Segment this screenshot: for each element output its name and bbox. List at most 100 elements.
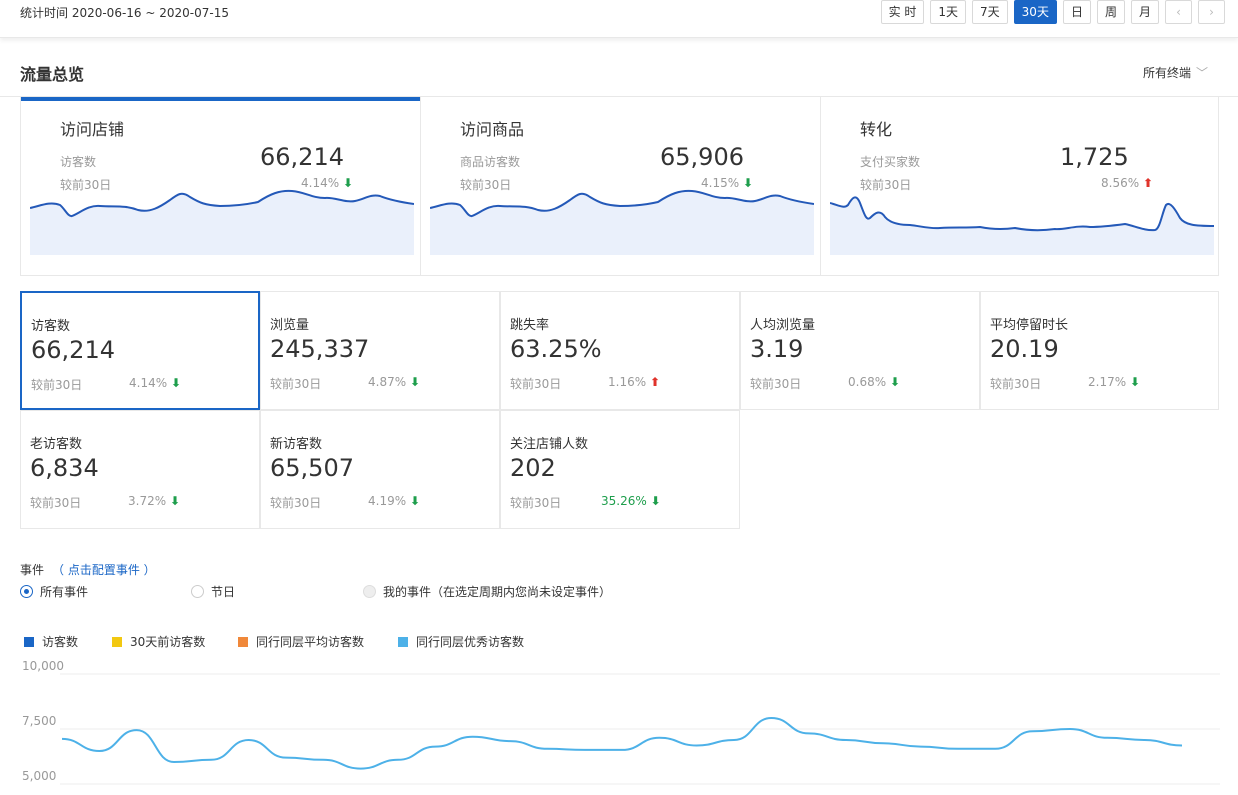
radio-label: 节日 (211, 585, 236, 599)
metric-name: 访客数 (31, 319, 71, 334)
legend-item[interactable]: 同行同层平均访客数 (238, 633, 364, 650)
top-bar: 统计时间 2020-06-16 ~ 2020-07-15 实 时 1天 7天 3… (0, 0, 1238, 38)
metric-compare: 较前30日 (270, 377, 322, 391)
overview-card-title: 访问商品 (460, 120, 525, 139)
terminal-select-label: 所有终端 (1142, 66, 1191, 80)
legend-swatch (112, 637, 122, 647)
metric-compare: 较前30日 (510, 496, 562, 510)
overview-cards: 访问店铺 访客数 66,214 较前30日 4.14% ⬇ 访问商品 商品访客数… (20, 97, 1219, 276)
metric-compare: 较前30日 (31, 378, 83, 392)
overview-card-value: 1,725 (1060, 143, 1129, 171)
metric-value: 202 (510, 454, 556, 482)
metric-cell-returning-visitors[interactable]: 老访客数 6,834 较前30日 3.72% ⬇ (20, 410, 260, 529)
chevron-right-icon[interactable]: › (1198, 0, 1225, 24)
range-button-realtime[interactable]: 实 时 (880, 0, 925, 24)
arrow-down-icon: ⬇ (650, 494, 661, 508)
overview-sparkline-conversion (830, 196, 1214, 255)
arrow-down-icon: ⬇ (1129, 375, 1141, 389)
range-button-7day[interactable]: 7天 (972, 0, 1008, 24)
metric-cell-bounce-rate[interactable]: 跳失率 63.25% 较前30日 1.16% ⬆ (500, 291, 740, 410)
overview-card-value: 66,214 (260, 143, 344, 171)
metric-pct: 2.17% ⬇ (1088, 375, 1141, 389)
metric-name: 新访客数 (270, 437, 323, 452)
chevron-left-icon[interactable]: ‹ (1165, 0, 1192, 24)
metric-value: 3.19 (750, 335, 804, 363)
active-indicator (21, 97, 420, 101)
range-button-week[interactable]: 周 (1096, 0, 1125, 24)
metric-compare: 较前30日 (990, 377, 1042, 391)
overview-card-label: 支付买家数 (860, 155, 921, 169)
radio-checked-icon (20, 585, 33, 598)
overview-card-label: 商品访客数 (460, 155, 521, 169)
overview-card-title: 访问店铺 (60, 120, 125, 139)
terminal-select[interactable]: 所有终端 ﹀ (1143, 64, 1208, 81)
metric-pct: 35.26% ⬇ (601, 494, 661, 508)
metric-cell-avg-stay[interactable]: 平均停留时长 20.19 较前30日 2.17% ⬇ (980, 291, 1219, 410)
metric-name: 跳失率 (510, 318, 550, 333)
metric-name: 浏览量 (270, 318, 310, 333)
overview-card-store[interactable]: 访问店铺 访客数 66,214 较前30日 4.14% ⬇ (21, 97, 421, 276)
metric-compare: 较前30日 (510, 377, 562, 391)
metric-pct: 4.87% ⬇ (368, 375, 421, 389)
metric-compare: 较前30日 (270, 496, 322, 510)
metric-cell-new-visitors[interactable]: 新访客数 65,507 较前30日 4.19% ⬇ (260, 410, 500, 529)
arrow-down-icon: ⬇ (409, 375, 421, 389)
range-button-1day[interactable]: 1天 (930, 0, 967, 24)
arrow-down-icon: ⬇ (170, 376, 182, 390)
metric-pct: 4.14% ⬇ (129, 376, 182, 390)
legend-item[interactable]: 30天前访客数 (112, 633, 205, 650)
metric-name: 人均浏览量 (750, 318, 816, 333)
radio-my-events: 我的事件（在选定周期内您尚未设定事件） (363, 583, 611, 600)
radio-holidays[interactable]: 节日 (191, 583, 235, 600)
configure-events-link[interactable]: （ 点击配置事件 ） (52, 563, 156, 577)
metrics-grid: 访客数 66,214 较前30日 4.14% ⬇ 浏览量 245,337 较前3… (20, 291, 1219, 530)
series-line (61, 716, 1183, 770)
arrow-down-icon: ⬇ (409, 494, 421, 508)
metric-compare: 较前30日 (750, 377, 802, 391)
legend-item[interactable]: 访客数 (24, 633, 78, 650)
overview-sparkline-product (430, 189, 814, 255)
range-button-30day[interactable]: 30天 (1013, 0, 1057, 24)
metric-value: 66,214 (31, 336, 115, 364)
metric-pct: 1.16% ⬆ (608, 375, 661, 389)
legend-swatch (24, 637, 34, 647)
section-header: 流量总览 所有终端 ﹀ (0, 52, 1238, 97)
y-tick-label: 10,000 (22, 659, 64, 673)
overview-card-value: 65,906 (660, 143, 744, 171)
metric-pct: 3.72% ⬇ (128, 494, 181, 508)
metric-value: 245,337 (270, 335, 370, 363)
radio-label: 我的事件（在选定周期内您尚未设定事件） (383, 585, 612, 599)
metric-compare: 较前30日 (30, 496, 82, 510)
metric-cell-pageviews[interactable]: 浏览量 245,337 较前30日 4.87% ⬇ (260, 291, 500, 410)
metric-name: 关注店铺人数 (510, 437, 589, 452)
chevron-down-icon: ﹀ (1195, 66, 1208, 80)
arrow-down-icon: ⬇ (169, 494, 181, 508)
metric-pct: 4.19% ⬇ (368, 494, 421, 508)
metric-cell-visitors[interactable]: 访客数 66,214 较前30日 4.14% ⬇ (20, 291, 260, 410)
metric-value: 65,507 (270, 454, 354, 482)
legend-item[interactable]: 同行同层优秀访客数 (398, 633, 524, 650)
range-button-month[interactable]: 月 (1130, 0, 1159, 24)
overview-card-title: 转化 (860, 120, 893, 139)
y-tick-label: 5,000 (22, 769, 56, 783)
arrow-down-icon: ⬇ (889, 375, 901, 389)
y-tick-label: 7,500 (22, 714, 56, 728)
overview-card-label: 访客数 (60, 155, 97, 169)
metric-value: 63.25% (510, 335, 602, 363)
legend-swatch (238, 637, 248, 647)
range-button-day[interactable]: 日 (1062, 0, 1091, 24)
overview-card-conversion[interactable]: 转化 支付买家数 1,725 较前30日 8.56% ⬆ (820, 97, 1220, 276)
metric-name: 老访客数 (30, 437, 83, 452)
arrow-up-icon: ⬆ (649, 375, 661, 389)
metric-value: 6,834 (30, 454, 99, 482)
metric-cell-store-followers[interactable]: 关注店铺人数 202 较前30日 35.26% ⬇ (500, 410, 740, 529)
radio-unchecked-icon (191, 585, 204, 598)
overview-card-product[interactable]: 访问商品 商品访客数 65,906 较前30日 4.15% ⬇ (420, 97, 820, 276)
section-title: 流量总览 (20, 65, 85, 84)
overview-sparkline-store (30, 189, 414, 255)
legend-label: 同行同层优秀访客数 (416, 635, 525, 649)
events-title: 事件 (20, 563, 45, 577)
metric-cell-views-per-visitor[interactable]: 人均浏览量 3.19 较前30日 0.68% ⬇ (740, 291, 980, 410)
radio-all-events[interactable]: 所有事件 (20, 583, 88, 600)
legend-label: 30天前访客数 (130, 635, 206, 649)
